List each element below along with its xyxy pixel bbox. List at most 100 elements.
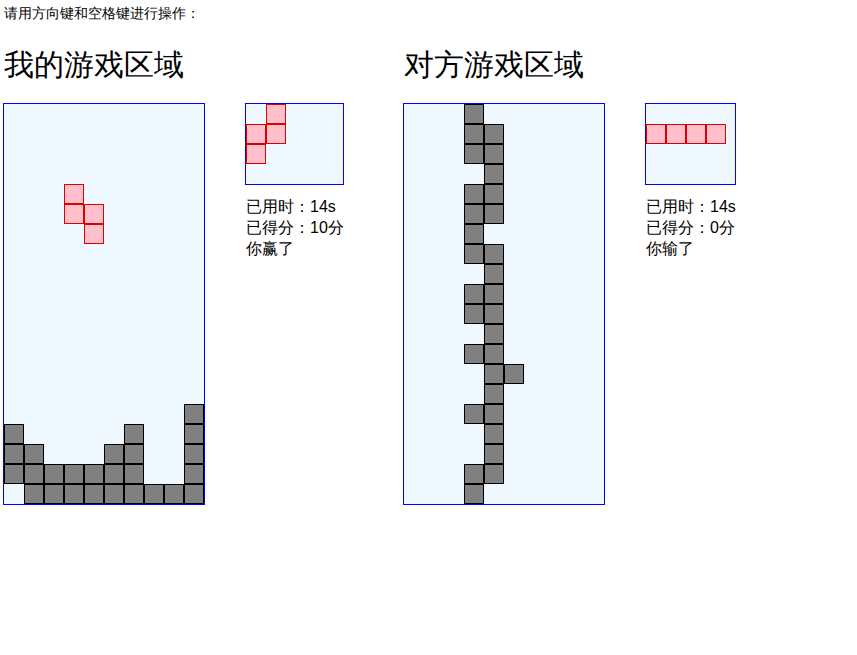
empty-cell	[84, 324, 104, 344]
empty-cell	[404, 204, 424, 224]
empty-cell	[44, 304, 64, 324]
empty-cell	[44, 324, 64, 344]
falling-block	[64, 184, 84, 204]
empty-cell	[524, 324, 544, 344]
empty-cell	[464, 444, 484, 464]
empty-cell	[104, 264, 124, 284]
settled-block	[464, 224, 484, 244]
settled-block	[184, 404, 204, 424]
empty-cell	[104, 344, 124, 364]
empty-cell	[104, 164, 124, 184]
empty-cell	[666, 164, 686, 184]
empty-cell	[524, 124, 544, 144]
player-section: 我的游戏区域已用时：14s已得分：10分你赢了	[3, 26, 403, 505]
empty-cell	[544, 424, 564, 444]
empty-cell	[544, 204, 564, 224]
empty-cell	[164, 224, 184, 244]
settled-block	[464, 124, 484, 144]
empty-cell	[24, 304, 44, 324]
empty-cell	[44, 124, 64, 144]
empty-cell	[504, 104, 524, 124]
settled-block	[484, 424, 504, 444]
settled-block	[484, 144, 504, 164]
empty-cell	[184, 324, 204, 344]
empty-cell	[164, 164, 184, 184]
empty-cell	[24, 404, 44, 424]
empty-cell	[164, 264, 184, 284]
empty-cell	[584, 424, 604, 444]
settled-block	[144, 484, 164, 504]
empty-cell	[64, 224, 84, 244]
play-area: 已用时：14s已得分：10分你赢了	[3, 103, 403, 505]
empty-cell	[666, 104, 686, 124]
empty-cell	[444, 204, 464, 224]
empty-cell	[404, 324, 424, 344]
empty-cell	[24, 184, 44, 204]
empty-cell	[44, 224, 64, 244]
empty-cell	[564, 184, 584, 204]
empty-cell	[24, 344, 44, 364]
falling-block	[266, 124, 286, 144]
empty-cell	[564, 304, 584, 324]
empty-cell	[524, 384, 544, 404]
empty-cell	[544, 484, 564, 504]
empty-cell	[44, 344, 64, 364]
empty-cell	[124, 124, 144, 144]
empty-cell	[286, 104, 306, 124]
empty-cell	[544, 144, 564, 164]
empty-cell	[584, 484, 604, 504]
empty-cell	[424, 364, 444, 384]
empty-cell	[424, 124, 444, 144]
empty-cell	[584, 244, 604, 264]
empty-cell	[564, 204, 584, 224]
settled-block	[164, 484, 184, 504]
empty-cell	[524, 424, 544, 444]
settled-block	[44, 464, 64, 484]
empty-cell	[4, 324, 24, 344]
empty-cell	[4, 104, 24, 124]
result-label: 你赢了	[246, 238, 344, 259]
empty-cell	[84, 264, 104, 284]
side-panel: 已用时：14s已得分：10分你赢了	[245, 103, 344, 505]
empty-cell	[144, 204, 164, 224]
empty-cell	[424, 484, 444, 504]
settled-block	[484, 124, 504, 144]
settled-block	[4, 424, 24, 444]
settled-block	[484, 164, 504, 184]
empty-cell	[144, 364, 164, 384]
falling-block	[646, 124, 666, 144]
empty-cell	[184, 344, 204, 364]
empty-cell	[124, 404, 144, 424]
empty-cell	[424, 144, 444, 164]
empty-cell	[64, 444, 84, 464]
game-board	[3, 103, 205, 505]
game-board	[403, 103, 605, 505]
empty-cell	[404, 344, 424, 364]
empty-cell	[584, 384, 604, 404]
empty-cell	[44, 184, 64, 204]
empty-cell	[444, 324, 464, 344]
empty-cell	[524, 364, 544, 384]
empty-cell	[184, 224, 204, 244]
empty-cell	[524, 144, 544, 164]
settled-block	[464, 484, 484, 504]
settled-block	[124, 484, 144, 504]
empty-cell	[84, 424, 104, 444]
empty-cell	[404, 184, 424, 204]
empty-cell	[564, 144, 584, 164]
empty-cell	[524, 284, 544, 304]
empty-cell	[544, 324, 564, 344]
falling-block	[266, 104, 286, 124]
empty-cell	[444, 384, 464, 404]
settled-block	[104, 464, 124, 484]
empty-cell	[524, 164, 544, 184]
settled-block	[464, 304, 484, 324]
settled-block	[24, 464, 44, 484]
empty-cell	[424, 284, 444, 304]
empty-cell	[666, 144, 686, 164]
empty-cell	[564, 464, 584, 484]
empty-cell	[504, 404, 524, 424]
settled-block	[484, 444, 504, 464]
empty-cell	[404, 364, 424, 384]
empty-cell	[24, 224, 44, 244]
